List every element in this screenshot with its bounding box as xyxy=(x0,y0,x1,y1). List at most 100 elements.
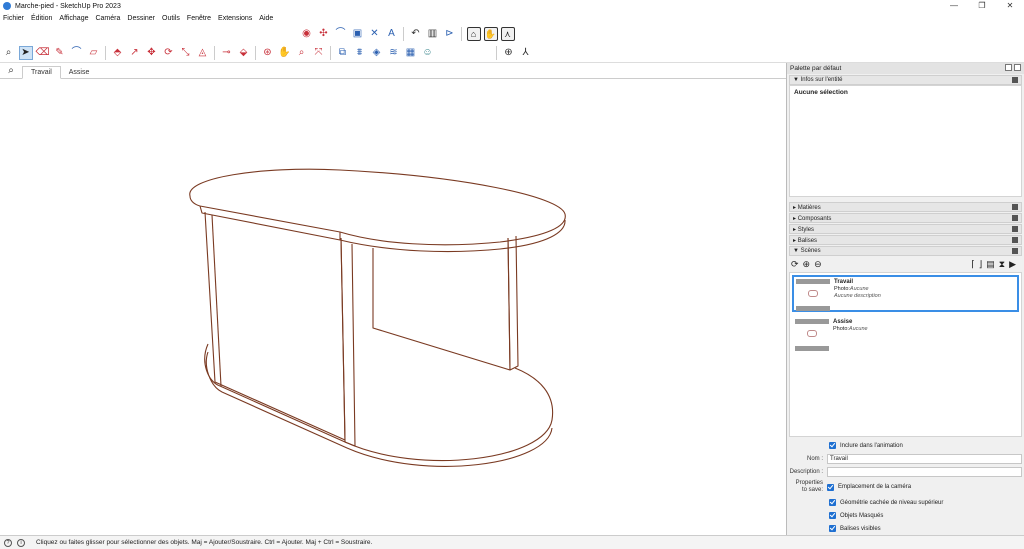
visible-tags-label: Balises visibles xyxy=(840,525,881,532)
scene-description: Aucune description xyxy=(834,293,881,299)
info-icon[interactable]: i xyxy=(17,538,25,547)
default-tray: Palette par défaut ▼ Infos sur l'entité … xyxy=(786,63,1024,535)
axes-icon[interactable]: ⋏ xyxy=(500,27,515,41)
scene-item-travail[interactable]: Travail Photo:Aucune Aucune description xyxy=(792,275,1019,312)
select-tool-icon[interactable]: ➤ xyxy=(18,45,33,60)
scene-description-label: Description : xyxy=(789,468,823,475)
scene-properties: Inclure dans l'animation Nom : Travail D… xyxy=(787,437,1024,539)
user-account-icon[interactable]: ☺ xyxy=(421,46,435,60)
arc-icon[interactable]: ⌒ xyxy=(70,46,84,60)
hidden-objects-checkbox[interactable] xyxy=(829,512,836,519)
camera-location-checkbox[interactable] xyxy=(827,483,834,491)
zoom-icon[interactable]: ⌕ xyxy=(2,46,16,60)
pin-icon[interactable] xyxy=(1005,64,1012,71)
scene-description-input[interactable] xyxy=(827,466,1022,477)
layout-icon[interactable]: ▣ xyxy=(351,27,365,41)
view-options-icon[interactable]: ▤ xyxy=(986,259,995,270)
sketchup-logo-icon xyxy=(3,2,11,10)
dynamic-component-icon[interactable]: ⊳ xyxy=(443,27,457,41)
tab-travail[interactable]: Travail xyxy=(22,66,61,79)
scene-item-assise[interactable]: Assise Photo:Aucune xyxy=(792,316,1019,353)
menu-fichier[interactable]: Fichier xyxy=(3,15,24,22)
section-close-icon[interactable] xyxy=(1012,248,1018,254)
section-components[interactable]: ▸ Composants xyxy=(789,213,1022,223)
scene-list: Travail Photo:Aucune Aucune description … xyxy=(789,272,1022,437)
section-close-icon[interactable] xyxy=(1012,215,1018,221)
section-close-icon[interactable] xyxy=(1012,226,1018,232)
update-scene-icon[interactable]: ⟳ xyxy=(791,259,799,270)
menu-bar: Fichier Édition Affichage Caméra Dessine… xyxy=(0,12,1024,24)
modeling-viewport[interactable] xyxy=(0,79,786,535)
push-pull-icon[interactable]: ⬘ xyxy=(111,46,125,60)
menu-extensions[interactable]: Extensions xyxy=(218,15,252,22)
scene-name-input[interactable]: Travail xyxy=(827,453,1022,464)
scene-details-icon[interactable]: ▶ xyxy=(1009,259,1016,270)
tab-assise[interactable]: Assise xyxy=(61,67,98,78)
section-scenes[interactable]: ▼ Scènes xyxy=(789,246,1022,256)
visible-tags-checkbox[interactable] xyxy=(829,525,836,532)
layers-icon[interactable]: ≋ xyxy=(387,46,401,60)
add-scene-icon[interactable]: ⊕ xyxy=(803,259,811,270)
pan-icon[interactable]: ✋ xyxy=(278,46,292,60)
search-icon[interactable]: ⌕ xyxy=(0,63,22,78)
sandbox-smoove-icon[interactable]: ↶ xyxy=(409,27,423,41)
offset-icon[interactable]: ◬ xyxy=(196,46,210,60)
shape-icon[interactable]: ▱ xyxy=(87,46,101,60)
section-close-icon[interactable] xyxy=(1012,204,1018,210)
sandbox-icon[interactable]: ⩩ xyxy=(353,46,367,60)
house-view-icon[interactable]: ⌂ xyxy=(466,27,481,41)
pencil-icon[interactable]: ✎ xyxy=(53,46,67,60)
section-close-icon[interactable] xyxy=(1012,77,1018,83)
geo-status-icon[interactable]: ? xyxy=(4,538,12,547)
include-animation-checkbox[interactable] xyxy=(829,442,836,449)
toggle-terrain-icon[interactable]: ✣ xyxy=(317,27,331,41)
paint-bucket-icon[interactable]: ⬙ xyxy=(237,46,251,60)
move-icon[interactable]: ✥ xyxy=(145,46,159,60)
eraser-icon[interactable]: ⌫ xyxy=(35,46,49,60)
menu-dessiner[interactable]: Dessiner xyxy=(127,15,155,22)
scene-photo-value: Aucune xyxy=(848,326,868,332)
menu-aide[interactable]: Aide xyxy=(259,15,273,22)
section-entity-info[interactable]: ▼ Infos sur l'entité xyxy=(789,75,1022,85)
textures-icon[interactable]: ▦ xyxy=(404,46,418,60)
menu-edition[interactable]: Édition xyxy=(31,15,52,22)
menu-outils[interactable]: Outils xyxy=(162,15,180,22)
add-location-icon[interactable]: ◉ xyxy=(300,27,314,41)
zoom-extents-icon[interactable]: ⤧ xyxy=(312,46,326,60)
section-plane-icon[interactable]: ◈ xyxy=(370,46,384,60)
section-close-icon[interactable] xyxy=(1012,237,1018,243)
hidden-geometry-checkbox[interactable] xyxy=(829,499,836,506)
scale-icon[interactable]: ⤡ xyxy=(179,46,193,60)
show-details-icon[interactable]: ⧗ xyxy=(999,259,1005,270)
follow-me-icon[interactable]: ↗ xyxy=(128,46,142,60)
close-icon[interactable] xyxy=(1014,64,1021,71)
menu-affichage[interactable]: Affichage xyxy=(59,15,88,22)
remove-scene-icon[interactable]: ⊖ xyxy=(814,259,822,270)
zoom-tool-icon[interactable]: ⌕ xyxy=(295,46,309,60)
rotate-icon[interactable]: ⟳ xyxy=(162,46,176,60)
style-builder-icon[interactable]: ✕ xyxy=(368,27,382,41)
section-styles[interactable]: ▸ Styles xyxy=(789,224,1022,234)
visible-tags-row: Balises visibles xyxy=(789,523,1022,534)
orbit-icon[interactable]: ⊛ xyxy=(261,46,275,60)
axis-tool-icon[interactable]: ⅄ xyxy=(519,46,533,60)
tape-measure-icon[interactable]: ⊸ xyxy=(220,46,234,60)
text-icon[interactable]: A xyxy=(385,27,399,41)
toolbar-separator xyxy=(461,27,462,41)
extension-warehouse-icon[interactable]: ⌒ xyxy=(334,27,348,41)
section-materials[interactable]: ▸ Matières xyxy=(789,202,1022,212)
section-tags[interactable]: ▸ Balises xyxy=(789,235,1022,245)
menu-camera[interactable]: Caméra xyxy=(95,15,120,22)
solid-tools-icon[interactable]: ⧉ xyxy=(336,46,350,60)
move-scene-down-icon[interactable]: ⌋ xyxy=(979,259,983,270)
close-button[interactable]: ✕ xyxy=(996,0,1024,12)
hand-icon[interactable]: ✋ xyxy=(483,27,498,41)
maximize-button[interactable]: ❐ xyxy=(968,0,996,12)
minimize-button[interactable]: — xyxy=(940,0,968,12)
include-animation-label: Inclure dans l'animation xyxy=(840,442,903,449)
building-icon[interactable]: ▥ xyxy=(426,27,440,41)
menu-fenetre[interactable]: Fenêtre xyxy=(187,15,211,22)
scene-name-row: Nom : Travail xyxy=(789,453,1022,464)
move-scene-up-icon[interactable]: ⌈ xyxy=(971,259,975,270)
geo-location-icon[interactable]: ⊕ xyxy=(502,46,516,60)
